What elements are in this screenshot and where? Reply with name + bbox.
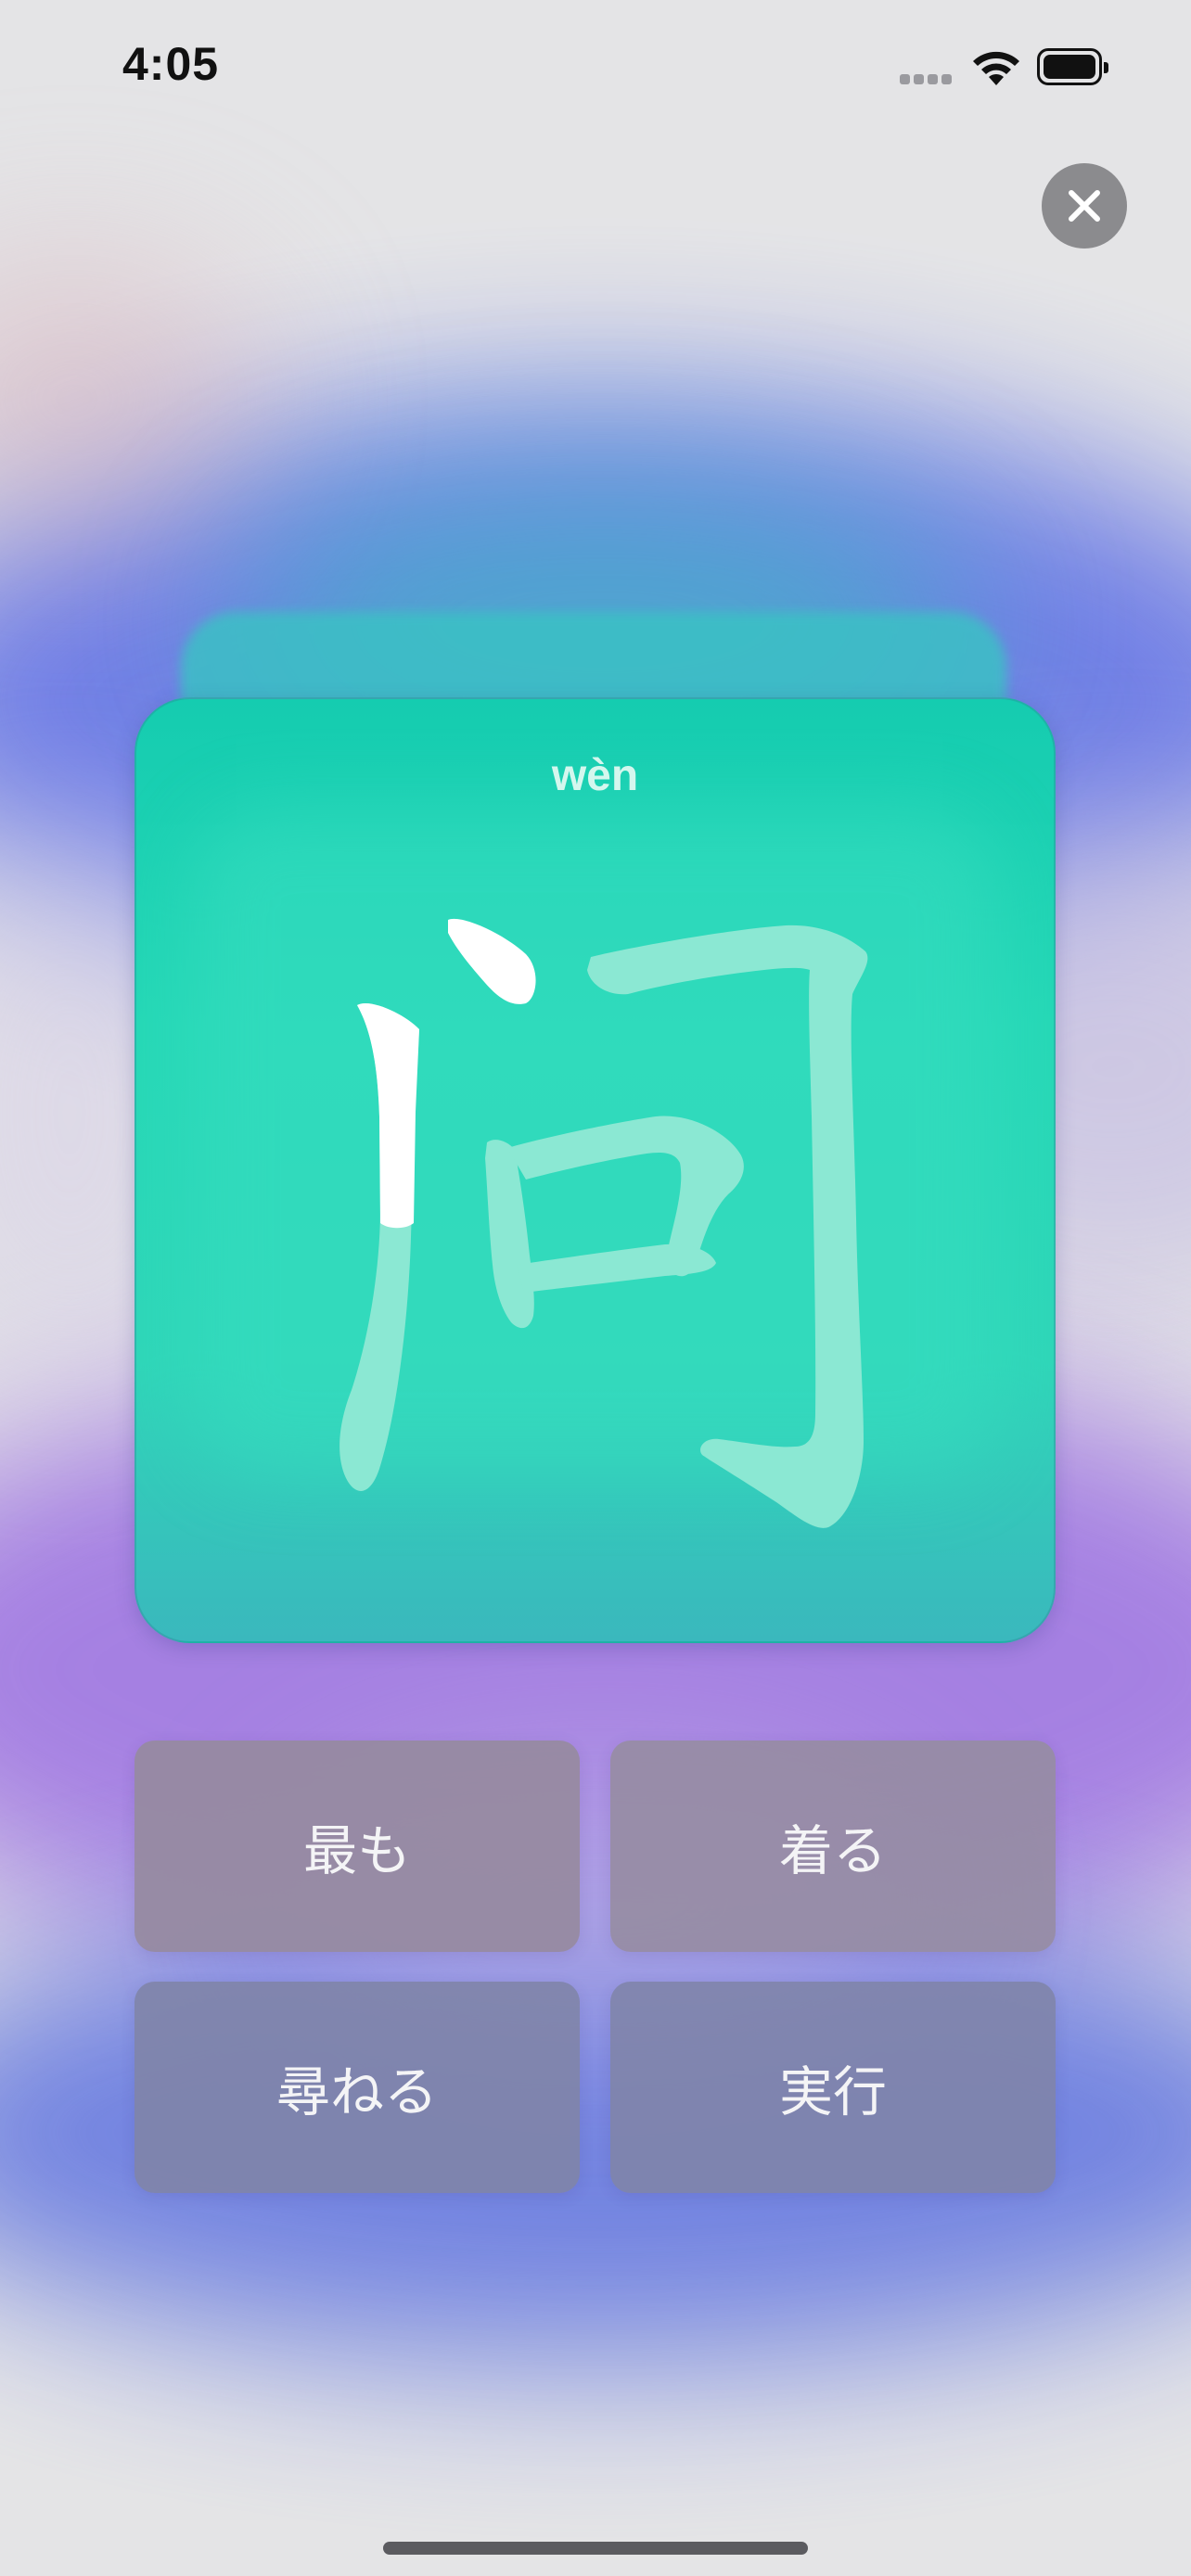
answer-option-3[interactable]: 尋ねる <box>134 1982 580 2193</box>
stroke-2-done <box>357 1003 419 1229</box>
battery-icon <box>1037 48 1108 85</box>
stroke-3 <box>587 925 868 1528</box>
stroke-6 <box>517 1243 716 1293</box>
stroke-1 <box>448 918 536 1004</box>
signal-icon <box>900 70 955 88</box>
status-bar: 4:05 <box>0 0 1191 130</box>
answer-option-4[interactable]: 実行 <box>610 1982 1056 2193</box>
close-button[interactable] <box>1042 163 1127 249</box>
status-time: 4:05 <box>122 38 220 90</box>
close-icon <box>1069 190 1100 222</box>
answer-option-2[interactable]: 着る <box>610 1741 1056 1952</box>
home-indicator[interactable] <box>383 2542 808 2555</box>
answer-option-1[interactable]: 最も <box>134 1741 580 1952</box>
flashcard[interactable]: wèn <box>134 697 1056 1643</box>
wifi-icon <box>970 46 1022 91</box>
character-stroke-canvas[interactable] <box>136 699 1056 1643</box>
